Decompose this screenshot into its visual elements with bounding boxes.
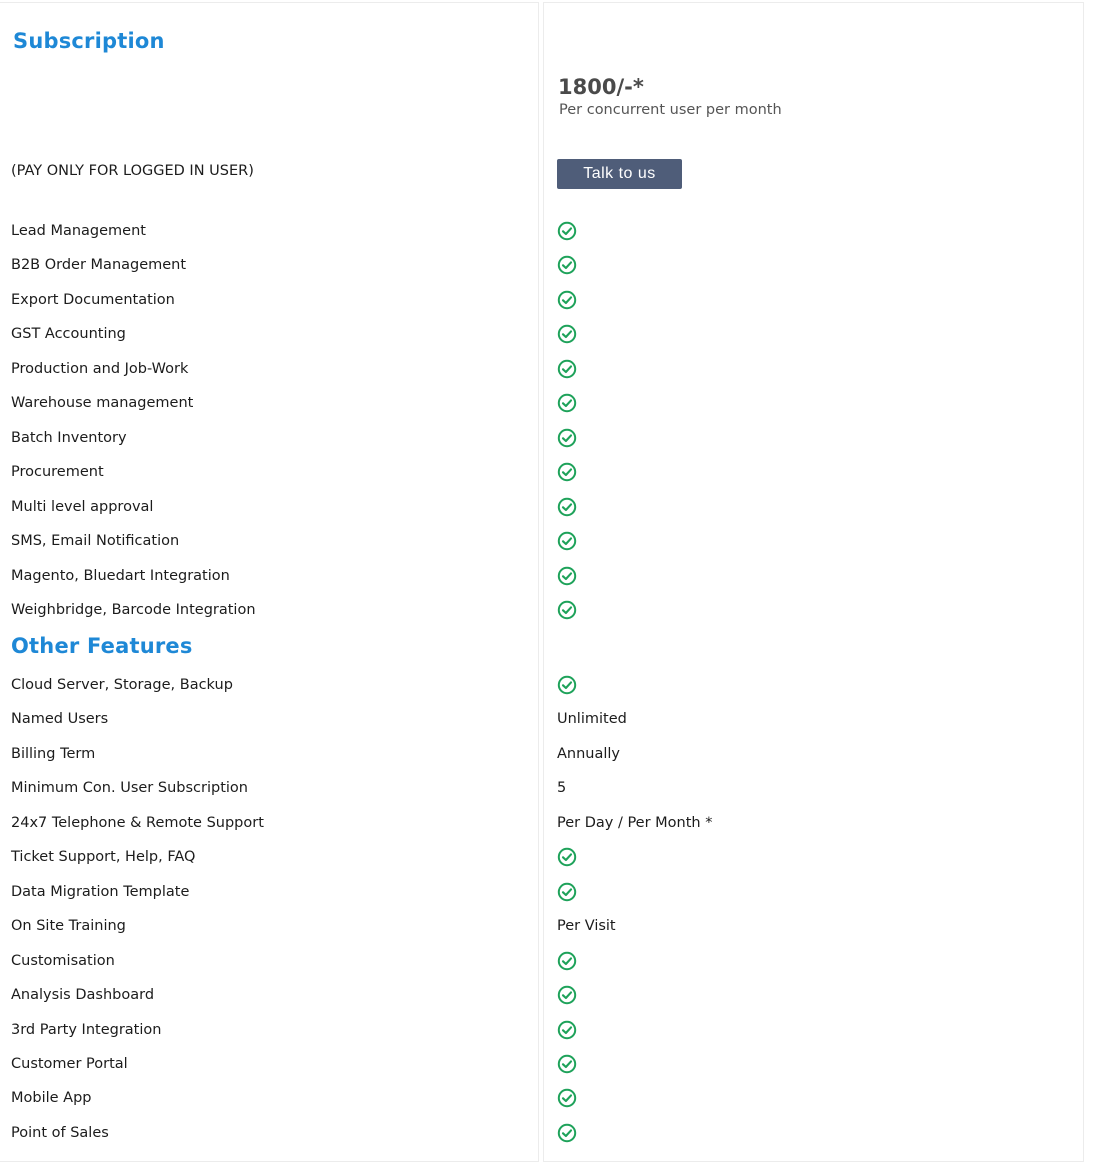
feature-label: Multi level approval (11, 498, 154, 515)
check-icon (557, 531, 577, 551)
feature-label: Customer Portal (11, 1055, 128, 1072)
feature-label: Batch Inventory (11, 429, 127, 446)
check-icon (557, 1020, 577, 1039)
feature-label: 24x7 Telephone & Remote Support (11, 814, 264, 831)
check-icon (557, 951, 577, 970)
check-icon (557, 1054, 577, 1074)
feature-label: Customisation (11, 952, 115, 969)
check-icon (557, 675, 577, 695)
check-icon (557, 428, 577, 447)
feature-label: Point of Sales (11, 1124, 109, 1141)
check-icon (557, 985, 577, 1005)
feature-label: Export Documentation (11, 291, 175, 308)
check-icon (557, 256, 577, 275)
feature-label: Procurement (11, 464, 104, 481)
feature-label: Cloud Server, Storage, Backup (11, 677, 233, 693)
check-icon (557, 221, 577, 241)
feature-label: Analysis Dashboard (11, 987, 155, 1004)
feature-value: Unlimited (557, 711, 627, 728)
talk-to-us-button[interactable]: Talk to us (557, 159, 682, 189)
feature-label: SMS, Email Notification (11, 533, 180, 550)
check-icon (557, 462, 577, 482)
other-features-title: Other Features (11, 634, 193, 658)
check-icon (557, 394, 577, 413)
price-subtitle: Per concurrent user per month (559, 102, 782, 118)
feature-label: Magento, Bluedart Integration (11, 567, 230, 584)
check-icon (557, 1089, 577, 1108)
feature-label: GST Accounting (11, 326, 126, 343)
check-icon (557, 600, 577, 620)
feature-label: Named Users (11, 711, 109, 728)
feature-label: Data Migration Template (11, 883, 190, 900)
check-icon (557, 497, 577, 516)
check-icon (557, 566, 577, 585)
check-icon (557, 359, 577, 378)
feature-label: Billing Term (11, 745, 96, 762)
feature-label: Ticket Support, Help, FAQ (11, 849, 196, 866)
feature-label: Weighbridge, Barcode Integration (11, 601, 256, 618)
feature-value: 5 (557, 780, 567, 797)
check-icon (557, 848, 577, 867)
feature-value: Annually (557, 745, 621, 762)
feature-label: Warehouse management (11, 395, 194, 412)
check-icon (557, 290, 577, 310)
feature-value: Per Day / Per Month * (557, 814, 713, 831)
feature-label: Minimum Con. User Subscription (11, 780, 248, 797)
features-panel: Subscription (PAY ONLY FOR LOGGED IN USE… (0, 2, 539, 1162)
feature-label: On Site Training (11, 918, 126, 935)
pay-note: (PAY ONLY FOR LOGGED IN USER) (11, 163, 254, 179)
feature-label: Production and Job-Work (11, 360, 189, 377)
check-icon (557, 325, 577, 344)
feature-label: Lead Management (11, 223, 146, 239)
check-icon (557, 882, 577, 901)
price: 1800/-* (558, 75, 644, 99)
feature-value: Per Visit (557, 918, 616, 935)
check-icon (557, 1123, 577, 1143)
feature-label: B2B Order Management (11, 257, 187, 274)
plan-panel: 1800/-* Per concurrent user per month Ta… (543, 2, 1084, 1162)
feature-label: Mobile App (11, 1090, 92, 1107)
subscription-title: Subscription (13, 29, 165, 53)
feature-label: 3rd Party Integration (11, 1021, 162, 1038)
